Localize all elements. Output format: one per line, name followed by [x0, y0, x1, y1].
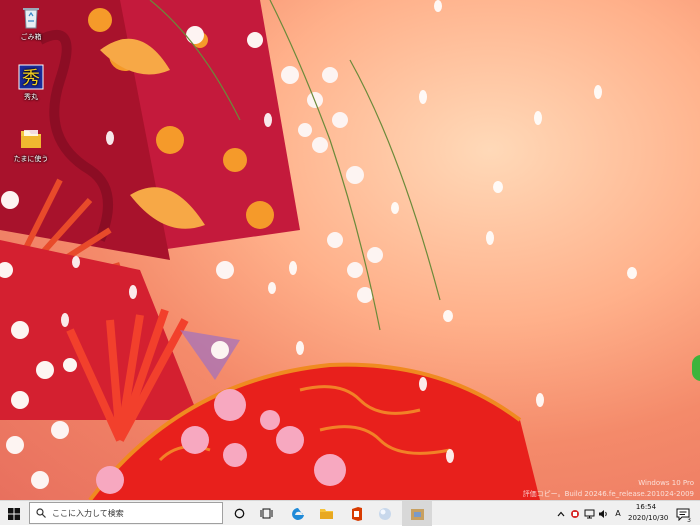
taskbar-app-office[interactable] [343, 501, 369, 526]
folder-icon [18, 126, 44, 152]
taskbar-app-file-explorer[interactable] [313, 501, 339, 526]
taskbar: ここに入力して検索 A 16:54 2020/10/30 3 [0, 500, 700, 526]
tray-clock[interactable]: 16:54 2020/10/30 [628, 502, 669, 524]
task-view-icon [260, 508, 272, 519]
wallpaper-image [0, 0, 637, 500]
desktop-icon-recycle-bin[interactable]: ごみ箱 [9, 4, 53, 42]
windows-logo-icon [8, 507, 20, 520]
tray-ime-indicator[interactable]: A [611, 501, 625, 526]
tray-network-button[interactable] [582, 501, 596, 526]
desktop-icon-folder[interactable]: たまに使う [9, 126, 53, 164]
app-box-icon [410, 508, 424, 520]
task-view-button[interactable] [255, 501, 277, 526]
taskbar-app-edge[interactable] [285, 501, 311, 526]
chevron-up-icon [557, 511, 565, 516]
watermark-build: 評価コピー。Build 20246.fe_release.201024-2009 [522, 490, 694, 498]
tray-security-button[interactable] [568, 501, 582, 526]
search-icon [36, 508, 46, 518]
search-placeholder: ここに入力して検索 [52, 508, 124, 518]
widget-edge-icon[interactable] [692, 355, 700, 381]
hidemaru-icon: 秀 [18, 64, 44, 90]
volume-icon [598, 509, 607, 518]
tray-volume-button[interactable] [596, 501, 610, 526]
edge-icon [292, 507, 304, 520]
taskbar-app-sphere[interactable] [372, 501, 398, 526]
cortana-button[interactable] [228, 501, 250, 526]
start-button[interactable] [0, 501, 28, 526]
desktop-icon-label: たまに使う [13, 155, 49, 163]
cortana-icon [234, 508, 244, 519]
taskbar-search-box[interactable]: ここに入力して検索 [29, 502, 223, 524]
ime-mode-label: A [615, 509, 621, 518]
taskbar-app-box[interactable] [402, 501, 432, 526]
watermark-edition: Windows 10 Pro [638, 479, 694, 487]
clock-time: 16:54 [635, 503, 657, 511]
app-sphere-icon [379, 507, 391, 520]
office-icon [351, 506, 362, 521]
windows-watermark: Windows 10 Pro 評価コピー。Build 20246.fe_rele… [523, 478, 694, 500]
file-explorer-icon [319, 509, 333, 519]
clock-date: 2020/10/30 [628, 514, 669, 522]
security-icon [571, 509, 579, 518]
desktop[interactable]: ごみ箱 秀 秀丸 たまに使う Windows 10 Pro 評価コピー。Buil… [0, 0, 700, 500]
desktop-icon-hidemaru[interactable]: 秀 秀丸 [9, 64, 53, 102]
desktop-icon-label: ごみ箱 [20, 33, 42, 41]
notification-count-badge: 3 [686, 517, 692, 524]
recycle-bin-icon [18, 4, 44, 30]
svg-text:秀: 秀 [22, 68, 40, 89]
tray-chevron-button[interactable] [554, 501, 568, 526]
network-icon [584, 509, 594, 518]
action-center-button[interactable]: 3 [672, 501, 694, 526]
desktop-icon-label: 秀丸 [24, 93, 38, 101]
